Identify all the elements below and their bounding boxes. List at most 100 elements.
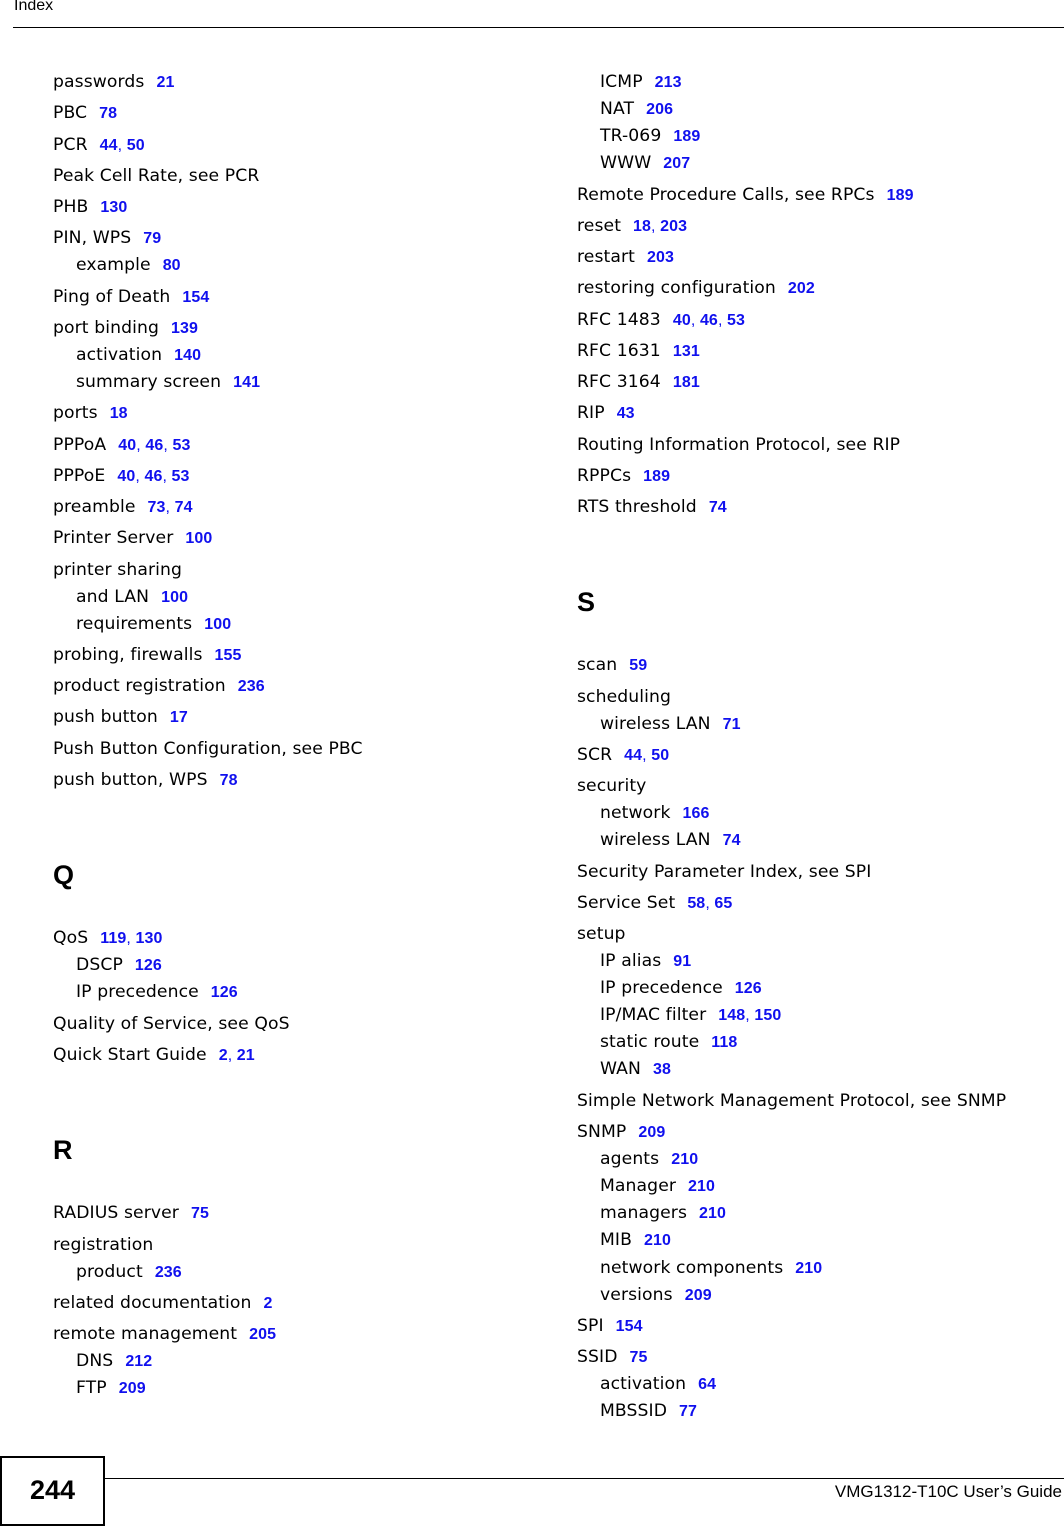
- page-link[interactable]: 46: [700, 312, 718, 329]
- page-link[interactable]: 209: [119, 1380, 146, 1397]
- page-link[interactable]: 209: [638, 1124, 665, 1141]
- page-references: 74: [723, 832, 741, 849]
- page-link[interactable]: 148: [718, 1007, 745, 1024]
- page-link[interactable]: 210: [644, 1232, 671, 1249]
- page-link[interactable]: 236: [238, 678, 265, 695]
- running-header-title: Index: [14, 0, 54, 14]
- page-link[interactable]: 40: [673, 312, 691, 329]
- page-link[interactable]: 126: [735, 980, 762, 997]
- page-link[interactable]: 206: [646, 101, 673, 118]
- page-references: 212: [125, 1353, 152, 1370]
- page-ref-separator: ,: [136, 437, 146, 454]
- page-link[interactable]: 80: [163, 257, 181, 274]
- page-link[interactable]: 75: [630, 1349, 648, 1366]
- page-link[interactable]: 38: [653, 1061, 671, 1078]
- index-term: IP precedence: [600, 978, 723, 998]
- page-link[interactable]: 150: [754, 1007, 781, 1024]
- page-link[interactable]: 155: [215, 647, 242, 664]
- page-link[interactable]: 53: [727, 312, 745, 329]
- page-link[interactable]: 141: [233, 374, 260, 391]
- page-link[interactable]: 79: [143, 230, 161, 247]
- page-link[interactable]: 46: [144, 468, 162, 485]
- page-link[interactable]: 126: [135, 957, 162, 974]
- page-link[interactable]: 205: [249, 1326, 276, 1343]
- page-link[interactable]: 207: [663, 155, 690, 172]
- page-link[interactable]: 130: [135, 930, 162, 947]
- page-link[interactable]: 189: [887, 187, 914, 204]
- page-link[interactable]: 21: [237, 1047, 255, 1064]
- page-link[interactable]: 53: [172, 468, 190, 485]
- page-link[interactable]: 140: [174, 347, 201, 364]
- page-link[interactable]: 119: [100, 930, 126, 947]
- page-link[interactable]: 131: [673, 343, 700, 360]
- index-entry: probing, firewalls 155: [53, 645, 242, 666]
- page-link[interactable]: 202: [788, 280, 815, 297]
- page-link[interactable]: 75: [191, 1205, 209, 1222]
- index-entry: ports 18: [53, 403, 128, 424]
- page-link[interactable]: 189: [643, 468, 670, 485]
- page-link[interactable]: 213: [655, 74, 682, 91]
- page-references: 78: [99, 105, 117, 122]
- page-link[interactable]: 40: [117, 468, 135, 485]
- page-link[interactable]: 210: [688, 1178, 715, 1195]
- page-link[interactable]: 139: [171, 320, 198, 337]
- page-link[interactable]: 71: [723, 716, 741, 733]
- page-link[interactable]: 44: [100, 137, 118, 154]
- page-link[interactable]: 43: [617, 405, 635, 422]
- page-link[interactable]: 118: [711, 1034, 737, 1051]
- index-entry: PPPoE 40, 46, 53: [53, 466, 190, 487]
- page-link[interactable]: 77: [679, 1403, 697, 1420]
- page-link[interactable]: 210: [699, 1205, 726, 1222]
- page-link[interactable]: 59: [629, 657, 647, 674]
- index-term: product registration: [53, 676, 226, 696]
- index-term: managers: [600, 1203, 688, 1223]
- page-link[interactable]: 74: [175, 499, 193, 516]
- page-link[interactable]: 91: [673, 953, 691, 970]
- page-link[interactable]: 100: [204, 616, 231, 633]
- index-term: ICMP: [600, 72, 643, 92]
- page-link[interactable]: 100: [161, 589, 188, 606]
- page-link[interactable]: 50: [127, 137, 145, 154]
- page-link[interactable]: 210: [671, 1151, 698, 1168]
- index-term: Quick Start Guide: [53, 1045, 207, 1065]
- index-subentry: wireless LAN 71: [577, 714, 741, 735]
- page-link[interactable]: 65: [714, 895, 732, 912]
- page-link[interactable]: 53: [172, 437, 190, 454]
- page-link[interactable]: 130: [100, 199, 127, 216]
- page-link[interactable]: 212: [125, 1353, 152, 1370]
- page-link[interactable]: 166: [683, 805, 710, 822]
- page-link[interactable]: 17: [170, 709, 188, 726]
- page-link[interactable]: 74: [723, 832, 741, 849]
- page-link[interactable]: 64: [698, 1376, 716, 1393]
- index-entry: SSID 75: [577, 1347, 648, 1368]
- page-link[interactable]: 181: [673, 374, 700, 391]
- page-link[interactable]: 18: [633, 218, 651, 235]
- page-link[interactable]: 236: [155, 1264, 182, 1281]
- page-link[interactable]: 50: [651, 747, 669, 764]
- page-link[interactable]: 189: [673, 128, 700, 145]
- page-link[interactable]: 40: [118, 437, 136, 454]
- page-link[interactable]: 154: [616, 1318, 643, 1335]
- index-term: printer sharing: [53, 560, 183, 580]
- page-link[interactable]: 58: [687, 895, 705, 912]
- page-link[interactable]: 154: [182, 289, 209, 306]
- page-link[interactable]: 100: [185, 530, 212, 547]
- page-link[interactable]: 18: [110, 405, 128, 422]
- page-link[interactable]: 203: [647, 249, 674, 266]
- page-link[interactable]: 73: [148, 499, 166, 516]
- page-link[interactable]: 46: [145, 437, 163, 454]
- page-link[interactable]: 2: [264, 1295, 273, 1312]
- page-link[interactable]: 126: [211, 984, 238, 1001]
- index-subentry: agents 210: [577, 1149, 698, 1170]
- index-entry: related documentation 2: [53, 1293, 273, 1314]
- page-link[interactable]: 203: [660, 218, 687, 235]
- page-link[interactable]: 74: [709, 499, 727, 516]
- page-link[interactable]: 78: [220, 772, 238, 789]
- page-link[interactable]: 2: [219, 1047, 228, 1064]
- index-term: IP precedence: [76, 982, 199, 1002]
- page-link[interactable]: 210: [795, 1260, 822, 1277]
- page-link[interactable]: 209: [685, 1287, 712, 1304]
- page-link[interactable]: 21: [156, 74, 174, 91]
- page-link[interactable]: 44: [624, 747, 642, 764]
- page-link[interactable]: 78: [99, 105, 117, 122]
